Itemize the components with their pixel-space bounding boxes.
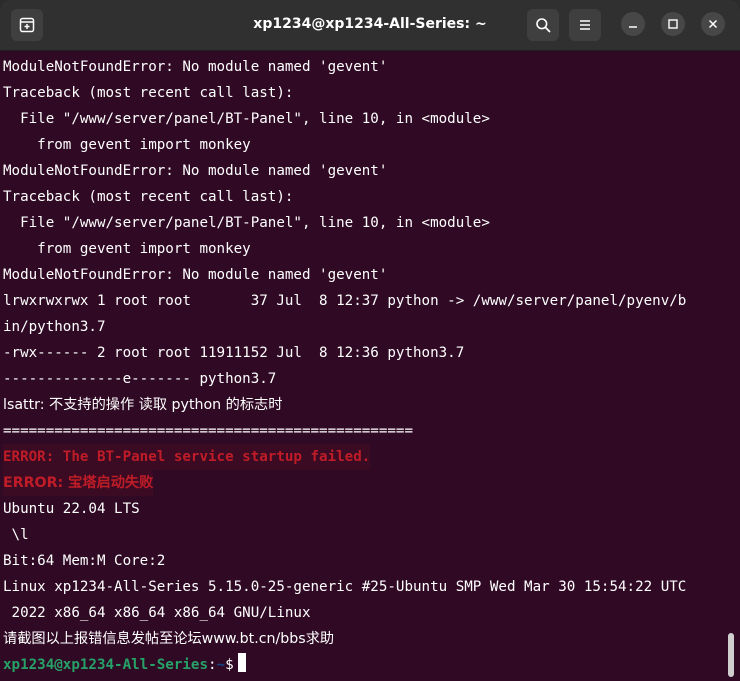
scrollbar[interactable] — [724, 51, 740, 681]
output-line: lsattr: 不支持的操作 读取 python 的标志时 — [3, 397, 283, 413]
output-line: 2022 x86_64 x86_64 x86_64 GNU/Linux — [3, 605, 311, 621]
prompt-separator: : — [208, 657, 217, 673]
output-line: ========================================… — [3, 423, 413, 439]
text-cursor — [237, 653, 246, 672]
scrollbar-thumb[interactable] — [728, 633, 734, 677]
output-line: ModuleNotFoundError: No module named 'ge… — [3, 267, 388, 283]
minimize-icon — [629, 26, 637, 28]
output-line: Bit:64 Mem:M Core:2 — [3, 553, 166, 569]
output-line: from gevent import monkey — [3, 241, 251, 257]
prompt-path: ~ — [216, 657, 226, 673]
output-line: ModuleNotFoundError: No module named 'ge… — [3, 59, 388, 75]
output-line: File "/www/server/panel/BT-Panel", line … — [3, 111, 490, 127]
terminal-output[interactable]: ModuleNotFoundError: No module named 'ge… — [0, 51, 724, 681]
output-line: ModuleNotFoundError: No module named 'ge… — [3, 163, 388, 179]
hamburger-menu-icon — [580, 20, 590, 30]
output-line: Traceback (most recent call last): — [3, 85, 294, 101]
prompt-symbol: $ — [225, 657, 234, 673]
output-line: Traceback (most recent call last): — [3, 189, 294, 205]
output-line: lrwxrwxrwx 1 root root 37 Jul 8 12:37 py… — [3, 293, 687, 309]
search-icon — [536, 18, 551, 33]
output-line: -rwx------ 2 root root 11911152 Jul 8 12… — [3, 345, 465, 361]
close-button[interactable] — [701, 12, 725, 36]
output-line: Linux xp1234-All-Series 5.15.0-25-generi… — [3, 579, 687, 595]
shell-prompt[interactable]: xp1234@xp1234-All-Series:~$ — [3, 652, 246, 678]
maximize-icon — [668, 19, 678, 29]
close-icon — [708, 19, 718, 29]
error-line: ERROR: The BT-Panel service startup fail… — [3, 444, 371, 470]
error-line: ERROR: 宝塔启动失败 — [3, 470, 154, 496]
output-line: 请截图以上报错信息发帖至论坛www.bt.cn/bbs求助 — [3, 631, 335, 647]
output-line: from gevent import monkey — [3, 137, 251, 153]
output-line: \l — [3, 527, 29, 543]
menu-button[interactable] — [569, 9, 601, 41]
search-button[interactable] — [527, 9, 559, 41]
title-bar[interactable]: xp1234@xp1234-All-Series: ~ — [0, 0, 740, 51]
output-line: in/python3.7 — [3, 319, 106, 335]
terminal-window: xp1234@xp1234-All-Series: ~ ModuleNotFou… — [0, 0, 740, 681]
output-line: Ubuntu 22.04 LTS — [3, 501, 140, 517]
output-line: --------------e------- python3.7 — [3, 371, 277, 387]
prompt-user-host: xp1234@xp1234-All-Series — [3, 657, 208, 673]
maximize-button[interactable] — [661, 12, 685, 36]
minimize-button[interactable] — [621, 12, 645, 36]
output-line: File "/www/server/panel/BT-Panel", line … — [3, 215, 490, 231]
